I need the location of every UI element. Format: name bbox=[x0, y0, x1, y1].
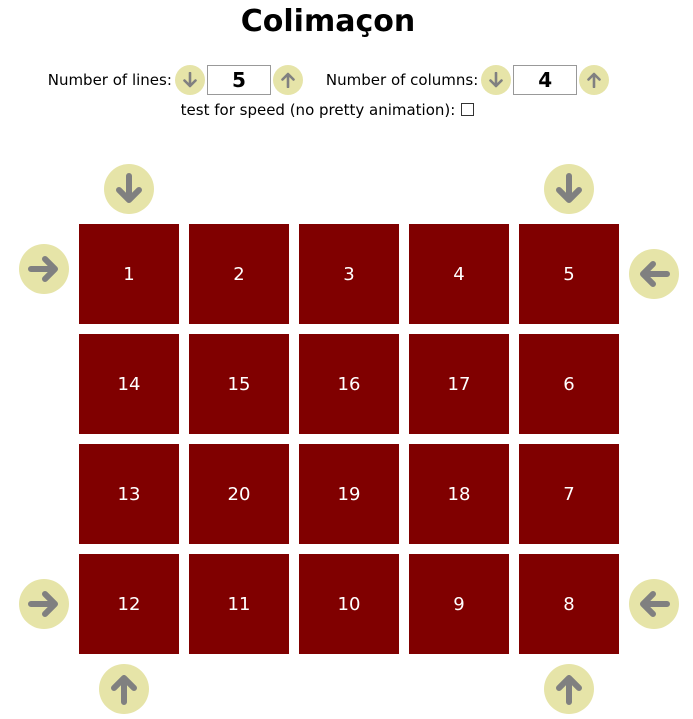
arrow-up-icon bbox=[111, 675, 137, 705]
grid-cell: 2 bbox=[189, 224, 289, 324]
grid-cell: 7 bbox=[519, 444, 619, 544]
grid-cell: 5 bbox=[519, 224, 619, 324]
grid-cell: 1 bbox=[79, 224, 179, 324]
arrow-down-icon bbox=[556, 173, 582, 203]
lines-decrease-button[interactable] bbox=[174, 65, 205, 95]
arrow-down-icon bbox=[116, 173, 142, 203]
grid-cell: 16 bbox=[299, 334, 399, 434]
arrow-down-icon bbox=[489, 72, 504, 88]
left-top-arrow-button[interactable] bbox=[19, 244, 69, 294]
page-title: Colimaçon bbox=[240, 4, 416, 39]
grid-cell: 14 bbox=[79, 334, 179, 434]
spiral-grid: 1 2 3 4 5 14 15 16 17 6 13 20 19 18 7 12 11 10 9 8 bbox=[79, 224, 619, 654]
columns-increase-button[interactable] bbox=[579, 65, 610, 95]
lines-label: Number of lines: bbox=[47, 71, 172, 89]
lines-increase-button[interactable] bbox=[272, 65, 303, 95]
arrow-up-icon bbox=[587, 72, 602, 88]
size-controls: Number of lines: Number of columns: bbox=[0, 63, 658, 97]
top-left-arrow-button[interactable] bbox=[104, 164, 154, 214]
speed-test-row: test for speed (no pretty animation): bbox=[0, 100, 655, 120]
grid-cell: 15 bbox=[189, 334, 289, 434]
grid-cell: 6 bbox=[519, 334, 619, 434]
grid-cell: 3 bbox=[299, 224, 399, 324]
right-top-arrow-button[interactable] bbox=[629, 249, 679, 299]
columns-input[interactable] bbox=[513, 65, 578, 95]
bottom-right-arrow-button[interactable] bbox=[544, 664, 594, 714]
grid-cell: 8 bbox=[519, 554, 619, 654]
arrow-down-icon bbox=[183, 72, 197, 88]
speed-test-checkbox[interactable] bbox=[461, 103, 475, 116]
arrow-up-icon bbox=[281, 72, 295, 88]
lines-input[interactable] bbox=[206, 65, 271, 95]
columns-label: Number of columns: bbox=[325, 71, 479, 89]
left-bottom-arrow-button[interactable] bbox=[19, 579, 69, 629]
grid-cell: 4 bbox=[409, 224, 509, 324]
arrow-left-icon bbox=[640, 261, 670, 287]
arrow-up-icon bbox=[556, 675, 582, 705]
grid-cell: 10 bbox=[299, 554, 399, 654]
arrow-right-icon bbox=[28, 256, 58, 282]
grid-cell: 12 bbox=[79, 554, 179, 654]
columns-decrease-button[interactable] bbox=[481, 65, 512, 95]
top-right-arrow-button[interactable] bbox=[544, 164, 594, 214]
right-bottom-arrow-button[interactable] bbox=[629, 579, 679, 629]
arrow-left-icon bbox=[640, 591, 670, 617]
grid-cell: 18 bbox=[409, 444, 509, 544]
grid-cell: 9 bbox=[409, 554, 509, 654]
grid-cell: 11 bbox=[189, 554, 289, 654]
arrow-right-icon bbox=[28, 591, 58, 617]
grid-cell: 13 bbox=[79, 444, 179, 544]
grid-cell: 20 bbox=[189, 444, 289, 544]
grid-cell: 19 bbox=[299, 444, 399, 544]
grid-cell: 17 bbox=[409, 334, 509, 434]
speed-test-label: test for speed (no pretty animation): bbox=[180, 101, 456, 119]
bottom-left-arrow-button[interactable] bbox=[99, 664, 149, 714]
